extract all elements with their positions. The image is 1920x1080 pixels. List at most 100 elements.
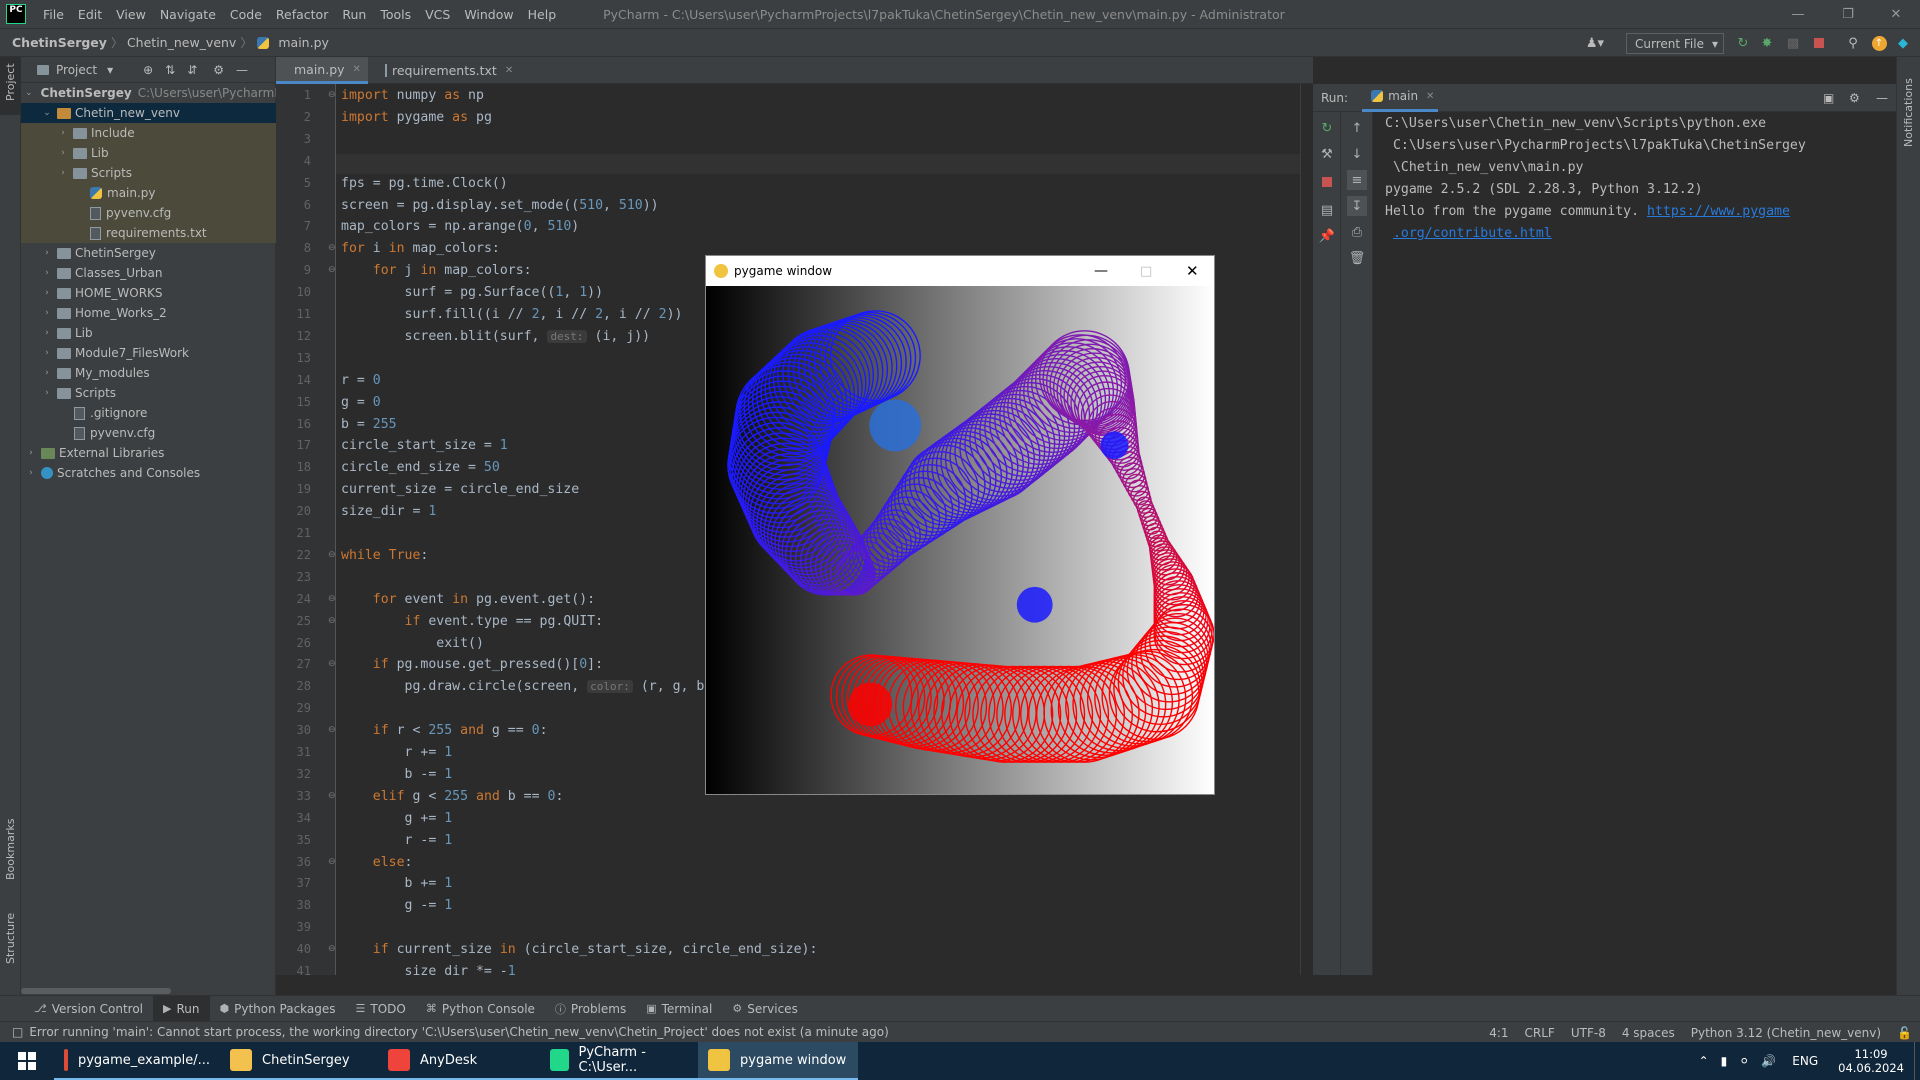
code-line[interactable]: if current_size in (circle_start_size, c…	[341, 942, 818, 957]
chevron-icon[interactable]: ›	[41, 388, 53, 398]
code-line[interactable]: import numpy as np	[341, 88, 484, 103]
menu-item-code[interactable]: Code	[223, 7, 269, 22]
menu-item-run[interactable]: Run	[335, 7, 373, 22]
minimize-icon[interactable]: —	[1776, 0, 1820, 28]
code-line[interactable]: g -= 1	[341, 898, 453, 913]
tree-item[interactable]: › ChetinSergey	[21, 243, 276, 263]
hide-icon[interactable]: —	[1876, 91, 1888, 105]
taskbar-app[interactable]: PyCharm - C:\User...	[540, 1042, 698, 1080]
code-line[interactable]: screen.blit(surf, dest: (i, j))	[341, 329, 651, 344]
fold-marker-icon[interactable]: ⊖	[328, 616, 336, 626]
tree-item[interactable]: › Include	[21, 123, 276, 143]
code-line[interactable]: b -= 1	[341, 767, 453, 782]
close-icon[interactable]: ✕	[505, 65, 513, 76]
taskbar-app[interactable]: pygame_example/...	[54, 1042, 220, 1080]
code-line[interactable]: surf = pg.Surface((1, 1))	[341, 285, 604, 300]
fold-marker-icon[interactable]: ⊖	[328, 90, 336, 100]
chevron-icon[interactable]: ›	[41, 328, 53, 338]
layout-icon[interactable]: ▣	[1823, 91, 1834, 105]
tool-terminal[interactable]: ▣ Terminal	[636, 996, 722, 1022]
gear-icon[interactable]: ⚙	[1849, 91, 1860, 105]
project-view-label[interactable]: Project	[56, 63, 97, 77]
status-message[interactable]: Error running 'main': Cannot start proce…	[29, 1025, 888, 1039]
code-line[interactable]: r = 0	[341, 373, 381, 388]
tool-version-control[interactable]: ⎇ Version Control	[24, 996, 153, 1022]
menu-item-file[interactable]: File	[36, 7, 71, 22]
stop-icon[interactable]	[1810, 34, 1828, 52]
gear-icon[interactable]: ⚙	[213, 63, 224, 77]
console-link[interactable]: https://www.pygame	[1647, 204, 1790, 219]
tree-item[interactable]: › Scripts	[21, 163, 276, 183]
chevron-icon[interactable]: ›	[57, 148, 69, 158]
coverage-icon[interactable]: ▩	[1784, 34, 1802, 52]
code-line[interactable]: b += 1	[341, 876, 453, 891]
tree-item[interactable]: main.py	[21, 183, 276, 203]
tree-item[interactable]: › Home_Works_2	[21, 303, 276, 323]
tree-item[interactable]: › Lib	[21, 143, 276, 163]
code-line[interactable]: b = 255	[341, 417, 397, 432]
taskbar-app[interactable]: ChetinSergey	[220, 1042, 378, 1080]
fold-marker-icon[interactable]: ⊖	[328, 243, 336, 253]
search-icon[interactable]: ⚲	[1844, 34, 1862, 52]
expand-all-icon[interactable]: ⇅	[165, 63, 175, 77]
code-line[interactable]: while True:	[341, 548, 428, 563]
tab-main-py[interactable]: main.py ✕	[276, 57, 368, 84]
code-line[interactable]: for j in map_colors:	[341, 263, 532, 278]
run-config-select[interactable]: Current File ▾	[1626, 33, 1724, 54]
chevron-icon[interactable]: ›	[41, 248, 53, 258]
editor-scrollbar[interactable]	[1300, 84, 1313, 975]
bookmarks-stripe-button[interactable]: Bookmarks	[4, 819, 17, 880]
tree-item[interactable]: .gitignore	[21, 403, 276, 423]
chevron-icon[interactable]: ⌄	[25, 88, 33, 98]
arrow-down-icon[interactable]: ↓	[1347, 144, 1367, 164]
code-line[interactable]: r -= 1	[341, 833, 453, 848]
code-line[interactable]: if event.type == pg.QUIT:	[341, 614, 604, 629]
chevron-icon[interactable]: ›	[41, 368, 53, 378]
show-desktop-button[interactable]	[1914, 1042, 1920, 1080]
chevron-icon[interactable]: ›	[41, 288, 53, 298]
user-icon[interactable]: ♟▾	[1586, 34, 1604, 52]
menu-item-edit[interactable]: Edit	[71, 7, 109, 22]
project-stripe-button[interactable]: Project	[4, 63, 17, 101]
code-line[interactable]: for event in pg.event.get():	[341, 592, 595, 607]
menu-item-vcs[interactable]: VCS	[418, 7, 457, 22]
chevron-up-icon[interactable]: ⌃	[1693, 1054, 1715, 1068]
rerun-icon[interactable]: ↻	[1734, 34, 1752, 52]
menu-item-window[interactable]: Window	[457, 7, 520, 22]
fold-marker-icon[interactable]: ⊖	[328, 857, 336, 867]
close-icon[interactable]: ✕	[1874, 0, 1918, 28]
tree-item[interactable]: › Classes_Urban	[21, 263, 276, 283]
line-separator[interactable]: CRLF	[1517, 1026, 1563, 1040]
tool-todo[interactable]: ☰ TODO	[346, 996, 416, 1022]
pygame-canvas[interactable]	[706, 286, 1214, 794]
code-line[interactable]: circle_end_size = 50	[341, 460, 500, 475]
tool-run[interactable]: ▶ Run	[153, 995, 210, 1022]
tree-item[interactable]: requirements.txt	[21, 223, 276, 243]
code-line[interactable]: size_dir = 1	[341, 504, 436, 519]
status-icon[interactable]: □	[12, 1025, 23, 1039]
code-line[interactable]: r += 1	[341, 745, 453, 760]
caret-position[interactable]: 4:1	[1481, 1026, 1516, 1040]
chevron-icon[interactable]: ›	[57, 168, 69, 178]
chevron-down-icon[interactable]: ▾	[107, 63, 113, 77]
code-line[interactable]: pg.draw.circle(screen, color: (r, g, b)	[341, 679, 713, 694]
menu-item-tools[interactable]: Tools	[373, 7, 418, 22]
code-line[interactable]: elif g < 255 and b == 0:	[341, 789, 564, 804]
restore-layout-icon[interactable]: ▤	[1317, 200, 1337, 220]
tree-item[interactable]: › HOME_WORKS	[21, 283, 276, 303]
chevron-icon[interactable]: ›	[25, 468, 37, 478]
code-line[interactable]: current_size = circle_end_size	[341, 482, 579, 497]
arrow-up-icon[interactable]: ↑	[1347, 118, 1367, 138]
code-line[interactable]: circle_start_size = 1	[341, 438, 508, 453]
tree-item[interactable]: › My_modules	[21, 363, 276, 383]
indent-setting[interactable]: 4 spaces	[1614, 1026, 1683, 1040]
minimize-icon[interactable]: —	[1094, 263, 1108, 279]
run-tab-main[interactable]: main ✕	[1362, 84, 1439, 112]
chevron-icon[interactable]: ⌄	[41, 108, 53, 118]
scroll-to-end-icon[interactable]: ↧	[1347, 196, 1367, 216]
maximize-icon[interactable]: ❐	[1826, 0, 1870, 28]
code-line[interactable]: if pg.mouse.get_pressed()[0]:	[341, 657, 603, 672]
fold-marker-icon[interactable]: ⊖	[328, 725, 336, 735]
pin-icon[interactable]: 📌	[1317, 226, 1337, 246]
stop-icon[interactable]	[1317, 172, 1337, 192]
